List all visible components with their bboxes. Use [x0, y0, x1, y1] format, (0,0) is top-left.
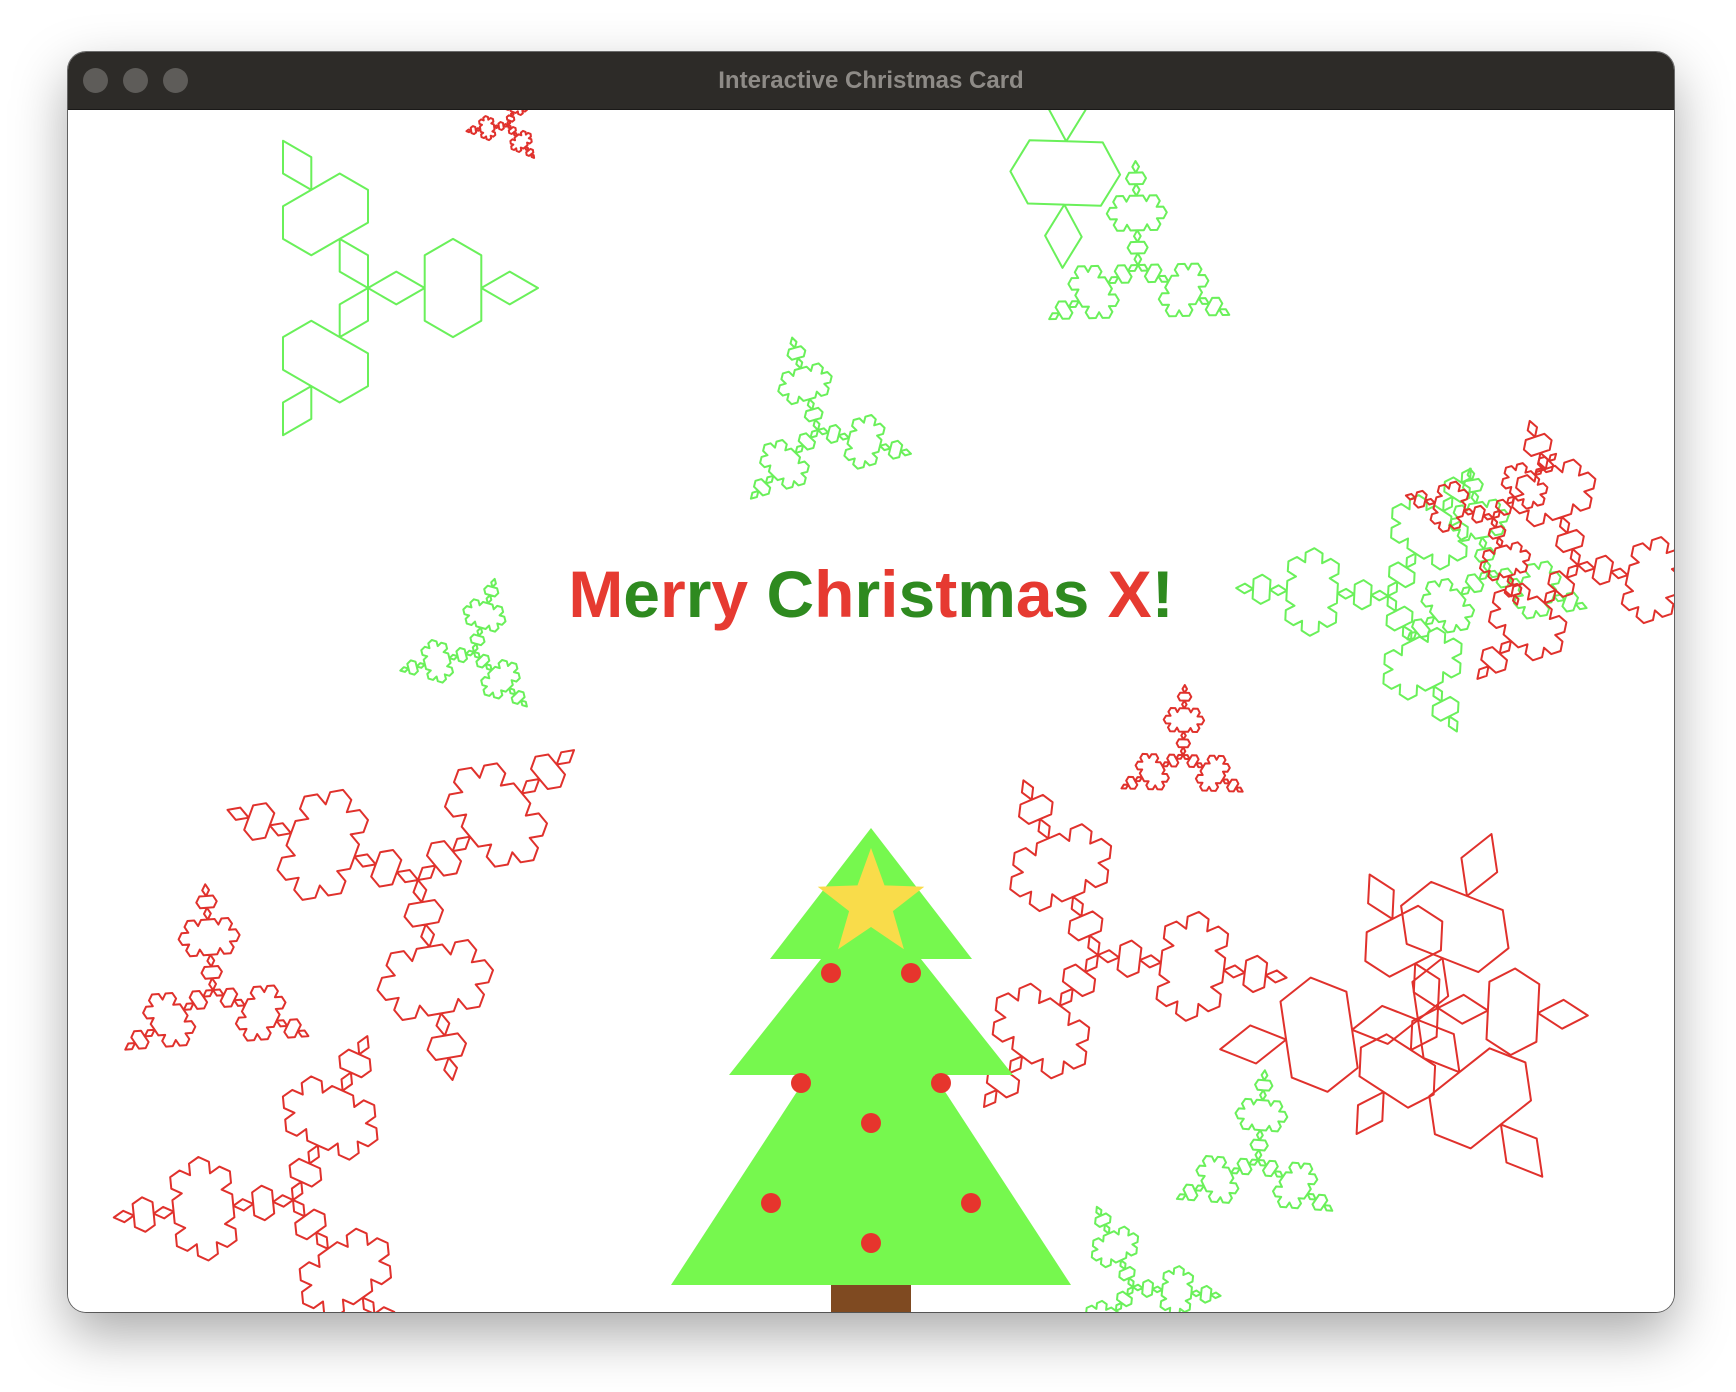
window-title: Interactive Christmas Card — [718, 67, 1024, 94]
ornament — [861, 1113, 881, 1133]
title-bar[interactable]: Interactive Christmas Card — [68, 52, 1674, 110]
ornament — [761, 1193, 781, 1213]
tree-trunk — [831, 1282, 911, 1312]
card-canvas[interactable]: Merry Christmas X! — [68, 110, 1674, 1312]
ornament — [821, 963, 841, 983]
ornament — [901, 963, 921, 983]
app-window: Interactive Christmas Card Merry Christm… — [68, 52, 1674, 1312]
ornament — [961, 1193, 981, 1213]
ornament — [931, 1073, 951, 1093]
ornament — [861, 1233, 881, 1253]
ornament — [791, 1073, 811, 1093]
christmas-tree — [671, 828, 1071, 1312]
